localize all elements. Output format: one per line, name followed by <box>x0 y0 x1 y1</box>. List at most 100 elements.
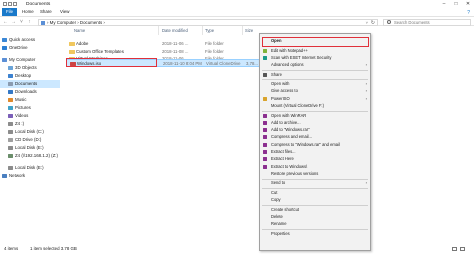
context-menu-item[interactable]: Scan with ESET Internet Security <box>260 55 370 61</box>
chevron-down-icon[interactable]: ˅ <box>366 20 368 25</box>
nav-item[interactable]: My Computer <box>0 56 60 64</box>
tab-share[interactable]: Share <box>36 8 56 16</box>
context-menu-item[interactable]: Extract to Windows\ <box>260 164 370 170</box>
context-menu-item[interactable]: Extract files... <box>260 149 370 155</box>
nav-item[interactable]: Quick access <box>0 36 60 44</box>
context-menu-item[interactable]: Send to › <box>260 180 370 186</box>
context-menu-item[interactable]: Create shortcut <box>260 207 370 213</box>
context-menu-label: Extract Here <box>271 156 294 162</box>
search-icon <box>387 20 391 25</box>
nav-item[interactable]: OneDrive <box>0 44 60 52</box>
nav-item-label: My Computer <box>9 57 36 62</box>
context-menu-item[interactable]: Rename <box>260 221 370 227</box>
nav-item[interactable]: Desktop <box>0 72 60 80</box>
navigation-pane: Quick access OneDrive My Computer 3D Object… <box>0 30 62 240</box>
nav-item[interactable]: Z4 :) <box>0 120 60 128</box>
network-icon <box>2 174 7 178</box>
context-menu-item[interactable]: Compress and email... <box>260 134 370 140</box>
nav-item[interactable]: Local Disk (C:) <box>0 128 60 136</box>
column-header-type[interactable]: Type <box>205 28 214 33</box>
context-menu-item[interactable]: Give access to › <box>260 88 370 94</box>
context-menu-item[interactable]: Open with WinRAR <box>260 113 370 119</box>
chevron-right-icon: › <box>365 62 367 68</box>
help-icon[interactable]: ? <box>467 10 470 16</box>
nav-item[interactable]: Local Disk (E:) <box>0 144 60 152</box>
context-menu-item[interactable]: Extract Here <box>260 156 370 162</box>
nav-item[interactable]: Downloads <box>0 88 60 96</box>
context-menu-item[interactable]: PowerISO › <box>260 96 370 102</box>
cloud-icon <box>2 46 7 50</box>
nav-item[interactable]: Local Disk (E:) <box>0 164 60 172</box>
context-menu-item[interactable]: Properties <box>260 231 370 237</box>
nav-item[interactable]: 3D Objects <box>0 64 60 72</box>
column-divider[interactable] <box>242 26 243 35</box>
nav-item-label: Videos <box>15 113 29 118</box>
context-menu-label: Delete <box>271 214 283 219</box>
column-divider[interactable] <box>158 26 159 35</box>
winrar-icon <box>263 142 267 147</box>
nav-item[interactable]: Music <box>0 96 60 104</box>
details-view-icon[interactable] <box>452 247 457 251</box>
column-header-date[interactable]: Date modified <box>162 28 188 33</box>
cube-icon <box>8 66 13 70</box>
context-menu-item[interactable]: Share <box>260 72 370 78</box>
chevron-right-icon: › <box>365 81 367 87</box>
context-menu-item[interactable]: Delete <box>260 214 370 220</box>
folder-icon <box>69 42 75 46</box>
context-menu-item[interactable]: Open with › <box>260 81 370 87</box>
context-menu-item[interactable]: Compress to "Windows.rar" and email <box>260 142 370 148</box>
forward-icon[interactable]: → <box>10 19 17 26</box>
address-bar[interactable]: › My Computer › Documents › ˅ ↻ <box>38 18 378 26</box>
drive-icon <box>8 130 13 134</box>
file-size: 3,78... <box>246 61 258 66</box>
nav-item-label: Local Disk (E:) <box>15 165 44 170</box>
back-icon[interactable]: ← <box>2 19 9 26</box>
poweriso-icon <box>263 96 267 101</box>
column-header-name[interactable]: Name <box>74 28 85 33</box>
context-menu-item[interactable]: Restore previous versions <box>260 171 370 177</box>
context-menu-item[interactable]: Mount (Virtual CloneDrive F:) <box>260 103 370 109</box>
nav-item-label: Local Disk (C:) <box>15 129 44 134</box>
menu-separator <box>262 110 368 112</box>
winrar-icon <box>263 164 267 169</box>
file-type: Virtual CloneDrive <box>206 61 241 66</box>
context-menu-label: Compress to "Windows.rar" and email <box>271 141 340 147</box>
tab-home[interactable]: Home <box>18 8 38 16</box>
context-menu-item[interactable]: Cut <box>260 190 370 196</box>
drive-icon <box>8 166 13 170</box>
nav-item[interactable]: Network <box>0 172 60 180</box>
search-input[interactable]: Search Documents <box>383 18 471 26</box>
nav-item[interactable]: Videos <box>0 112 60 120</box>
large-icons-view-icon[interactable] <box>460 247 465 251</box>
tab-view[interactable]: View <box>56 8 73 16</box>
context-menu-item[interactable]: Add to archive... <box>260 120 370 126</box>
nav-item[interactable]: Documents <box>0 80 60 88</box>
nav-item-label: Downloads <box>15 89 37 94</box>
context-menu-item[interactable]: Advanced options › <box>260 62 370 68</box>
nav-item[interactable]: Z4 (\\192.168.1.2) (Z:) <box>0 152 60 160</box>
folder-icon <box>69 49 75 54</box>
column-header-size[interactable]: Size <box>245 28 253 33</box>
winrar-icon <box>263 150 267 154</box>
context-menu-label: Open with WinRAR <box>271 112 307 118</box>
tab-file[interactable]: File <box>2 8 18 16</box>
open-item-highlight <box>262 37 369 47</box>
context-menu-item[interactable]: Add to "Windows.rar" <box>260 127 370 133</box>
breadcrumb[interactable]: › My Computer › Documents › <box>47 20 105 25</box>
nav-item[interactable]: Pictures <box>0 104 60 112</box>
context-menu-item[interactable]: Copy <box>260 197 370 203</box>
context-menu-item[interactable]: Edit with Notepad++ <box>260 48 370 54</box>
column-divider[interactable] <box>202 26 203 35</box>
up-icon[interactable]: ↑ <box>26 19 33 26</box>
minimize-icon[interactable]: – <box>438 0 450 8</box>
close-icon[interactable]: ✕ <box>462 0 474 8</box>
nav-item-label: OneDrive <box>9 45 28 50</box>
context-menu-label: Restore previous versions <box>271 170 319 176</box>
nav-item[interactable]: CD Drive (D:) <box>0 136 60 144</box>
quick-access-toolbar[interactable] <box>3 1 23 7</box>
refresh-icon[interactable]: ↻ <box>371 20 375 26</box>
recent-locations-icon[interactable]: ˅ <box>18 19 25 26</box>
maximize-icon[interactable]: □ <box>450 0 462 8</box>
menu-separator <box>262 188 368 189</box>
context-menu-label: Properties <box>271 230 290 236</box>
